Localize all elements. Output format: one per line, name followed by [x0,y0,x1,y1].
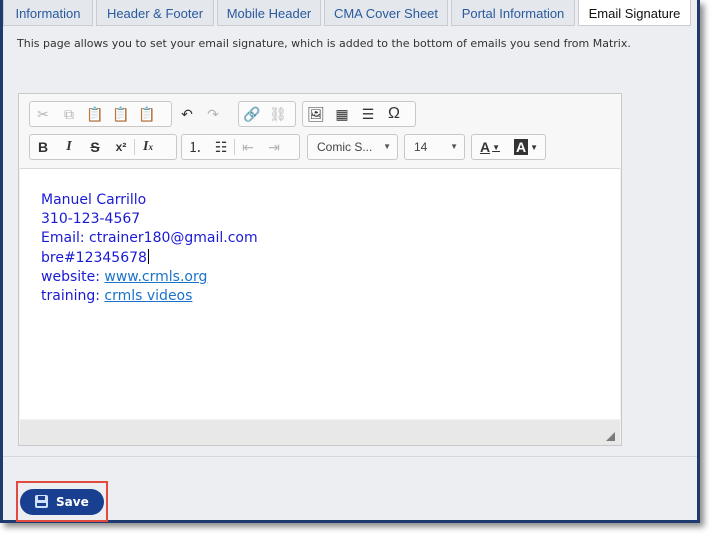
strikethrough-icon[interactable]: S [82,135,108,159]
training-label: training: [41,288,105,305]
text-color-icon[interactable]: A ▼ [472,135,508,159]
signature-email: Email: ctrainer180@gmail.com [41,230,258,247]
editor-content-area[interactable]: Manuel Carrillo 310-123-4567 Email: ctra… [20,168,620,419]
tab-label: CMA Cover Sheet [333,6,439,21]
training-link[interactable]: crmls videos [104,288,192,304]
numbered-list-icon[interactable]: ⒈ [182,135,208,159]
copy-icon[interactable]: ⧉ [56,102,82,126]
tab-bar: Information Header & Footer Mobile Heade… [3,0,697,26]
settings-panel: Information Header & Footer Mobile Heade… [0,0,700,523]
website-label: website: [41,268,105,285]
format-group: B I S x² Ix [29,134,177,160]
cut-icon[interactable]: ✂ [30,102,56,126]
bg-color-label: A [513,139,529,155]
link-group: 🔗 ⛓ [238,101,296,127]
paste-text-icon[interactable]: 📋 [108,102,134,126]
bold-icon[interactable]: B [30,135,56,159]
color-group: A ▼ A ▼ [471,134,546,160]
unlink-icon[interactable]: ⛓ [265,102,291,126]
signature-bre-line: bre#12345678 [41,248,258,268]
chevron-down-icon: ▼ [450,142,458,151]
text-cursor [147,248,149,264]
intro-text: This page allows you to set your email s… [17,37,631,50]
paste-word-icon[interactable]: 📋 [134,102,160,126]
background-color-icon[interactable]: A ▼ [508,135,544,159]
tab-label: Mobile Header [226,6,312,21]
clipboard-group: ✂ ⧉ 📋 📋 📋 [29,101,172,127]
superscript-icon[interactable]: x² [108,135,134,159]
signature-text[interactable]: Manuel Carrillo 310-123-4567 Email: ctra… [41,191,258,306]
tab-label: Email Signature [588,6,681,21]
special-character-icon[interactable]: Ω [381,102,407,126]
signature-name: Manuel Carrillo [41,192,147,208]
tab-header-footer[interactable]: Header & Footer [96,0,214,26]
save-button[interactable]: Save [20,489,104,515]
text-color-label: A [479,139,491,155]
insert-group: 🖼 ▦ ☰ Ω [302,101,416,127]
editor-status-bar [20,420,620,445]
decrease-indent-icon[interactable]: ⇤ [235,135,261,159]
website-link[interactable]: www.crmls.org [104,269,207,285]
font-size-value: 14 [414,140,428,154]
font-size-select[interactable]: 14 ▼ [404,134,465,160]
link-icon[interactable]: 🔗 [239,102,265,126]
signature-website-line: website: www.crmls.org [41,268,258,287]
horizontal-line-icon[interactable]: ☰ [355,102,381,126]
redo-icon[interactable]: ↷ [200,102,226,126]
undo-icon[interactable]: ↶ [174,102,200,126]
font-family-value: Comic S... [317,140,373,154]
bulleted-list-icon[interactable]: ☷ [208,135,234,159]
tab-email-signature[interactable]: Email Signature [578,0,691,26]
table-icon[interactable]: ▦ [329,102,355,126]
save-highlight: Save [16,481,108,522]
tab-label: Header & Footer [106,6,204,21]
floppy-disk-icon [35,495,48,508]
undo-group: ↶ ↷ [174,101,232,127]
tab-cma-cover-sheet[interactable]: CMA Cover Sheet [324,0,448,26]
list-group: ⒈ ☷ ⇤ ⇥ [181,134,300,160]
font-family-select[interactable]: Comic S... ▼ [307,134,398,160]
save-label: Save [56,495,89,509]
divider [3,456,697,457]
signature-bre: bre#12345678 [41,249,147,266]
rich-text-editor: ✂ ⧉ 📋 📋 📋 ↶ ↷ 🔗 ⛓ 🖼 ▦ ☰ Ω B I S x² I x ⒈… [18,93,622,446]
tab-label: Information [15,6,81,21]
italic-icon[interactable]: I [56,135,82,159]
tab-information[interactable]: Information [3,0,93,26]
signature-training-line: training: crmls videos [41,287,258,306]
tab-label: Portal Information [461,6,565,21]
paste-icon[interactable]: 📋 [82,102,108,126]
signature-phone: 310-123-4567 [41,211,141,228]
image-icon[interactable]: 🖼 [303,102,329,126]
tab-portal-information[interactable]: Portal Information [451,0,575,26]
increase-indent-icon[interactable]: ⇥ [261,135,287,159]
chevron-down-icon: ▼ [383,142,391,151]
tab-mobile-header[interactable]: Mobile Header [217,0,321,26]
editor-toolbar: ✂ ⧉ 📋 📋 📋 ↶ ↷ 🔗 ⛓ 🖼 ▦ ☰ Ω B I S x² I x ⒈… [19,94,621,168]
resize-handle-icon[interactable] [606,432,615,441]
remove-format-icon[interactable]: Ix [135,135,161,159]
